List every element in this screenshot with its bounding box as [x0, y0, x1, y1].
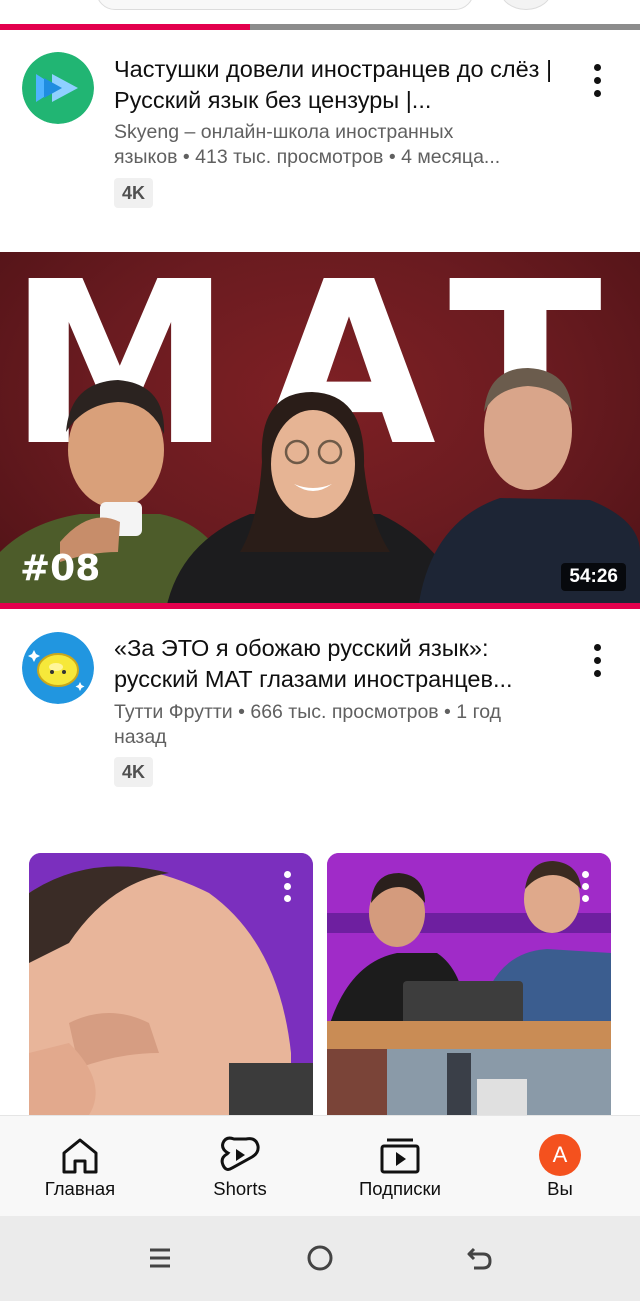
top-search-area	[0, 0, 640, 30]
watched-progress-bar	[0, 603, 640, 609]
thumbnail-episode-tag: #08	[20, 548, 101, 589]
home-icon	[62, 1138, 98, 1174]
more-options-button[interactable]	[582, 640, 612, 680]
video-duration: 54:26	[561, 563, 626, 591]
nav-home-label: Главная	[44, 1178, 116, 1199]
video-channel-info-line-1: Skyeng – онлайн-школа иностранных	[114, 121, 454, 143]
nav-subscriptions[interactable]: Подписки	[320, 1116, 480, 1217]
dot	[593, 89, 601, 97]
nav-subscriptions-label: Подписки	[358, 1178, 441, 1199]
voice-search-button[interactable]	[500, 0, 552, 10]
short-thumbnail-image	[327, 853, 611, 1115]
skyeng-logo-icon	[22, 52, 94, 124]
circle-home-icon	[307, 1245, 333, 1271]
nav-shorts[interactable]: Shorts	[160, 1116, 320, 1217]
dot	[593, 656, 601, 664]
dot	[593, 63, 601, 71]
dot	[593, 643, 601, 651]
subscriptions-icon	[380, 1138, 420, 1174]
nav-you-label: Вы	[547, 1178, 573, 1199]
dot	[593, 669, 601, 677]
video-title[interactable]: Частушки довели иностранцев до слёз | Ру…	[114, 54, 554, 116]
nav-you[interactable]: A Вы	[480, 1116, 640, 1217]
quality-badge: 4K	[114, 757, 154, 787]
quality-badge: 4K	[114, 178, 154, 208]
video-channel-info-line-2: языков • 413 тыс. просмотров • 4 месяца.…	[114, 146, 501, 168]
short-thumbnail-image	[29, 853, 313, 1115]
home-system-button[interactable]	[290, 1238, 350, 1278]
back-arrow-icon	[467, 1247, 492, 1270]
more-vert-icon[interactable]	[582, 871, 589, 902]
search-bar[interactable]	[96, 0, 474, 10]
loading-progress-fill	[0, 24, 250, 30]
channel-avatar[interactable]	[22, 52, 94, 124]
tutti-frutti-lemon-icon	[22, 632, 94, 704]
bottom-navigation: Главная Shorts Подписки A Вы	[0, 1115, 640, 1216]
short-card-1[interactable]	[29, 853, 313, 1115]
video-title-line-1[interactable]: «За ЭТО я обожаю русский язык»:	[114, 633, 554, 664]
more-options-button[interactable]	[582, 60, 612, 100]
short-card-2[interactable]	[327, 853, 611, 1115]
more-vert-icon[interactable]	[284, 871, 291, 902]
system-navigation-bar	[0, 1216, 640, 1301]
video-channel-info-line-1: Тутти Фрутти • 666 тыс. просмотров • 1 г…	[114, 701, 502, 723]
video-channel-info-line-2: назад	[114, 726, 167, 748]
recent-apps-icon	[150, 1248, 170, 1268]
dot	[593, 76, 601, 84]
recent-apps-button[interactable]	[130, 1238, 190, 1278]
account-avatar: A	[539, 1134, 581, 1176]
channel-avatar[interactable]	[22, 632, 94, 704]
shorts-icon	[220, 1136, 260, 1171]
video-title-line-2[interactable]: русский МАТ глазами иностранцев...	[114, 664, 554, 695]
back-button[interactable]	[450, 1238, 510, 1278]
nav-shorts-label: Shorts	[213, 1178, 267, 1199]
nav-home[interactable]: Главная	[0, 1116, 160, 1217]
loading-progress-track	[0, 24, 640, 30]
